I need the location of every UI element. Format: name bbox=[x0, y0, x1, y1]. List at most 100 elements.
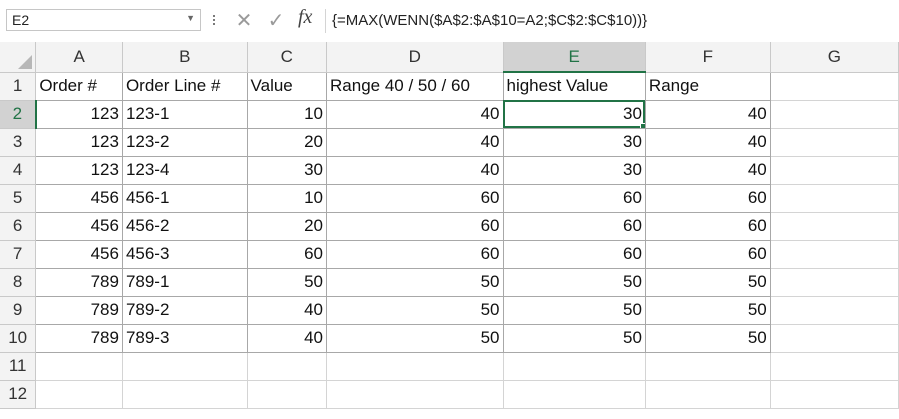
cell-g5[interactable] bbox=[770, 184, 899, 213]
cell-a12[interactable] bbox=[35, 380, 123, 409]
cell-a9[interactable]: 789 bbox=[35, 296, 123, 325]
cell-g12[interactable] bbox=[770, 380, 899, 409]
row-header[interactable]: 1 bbox=[0, 72, 37, 101]
cell-e12[interactable] bbox=[503, 380, 646, 409]
cell-f12[interactable] bbox=[645, 380, 771, 409]
row-header[interactable]: 10 bbox=[0, 324, 37, 353]
cell-c2[interactable]: 10 bbox=[247, 100, 328, 129]
cell-b3[interactable]: 123-2 bbox=[122, 128, 248, 157]
cell-e3[interactable]: 30 bbox=[503, 128, 646, 157]
cell-c10[interactable]: 40 bbox=[247, 324, 328, 353]
cell-e11[interactable] bbox=[503, 352, 646, 381]
column-header-a[interactable]: A bbox=[35, 42, 123, 73]
cell-b11[interactable] bbox=[122, 352, 248, 381]
cell-f4[interactable]: 40 bbox=[645, 156, 771, 185]
cell-g11[interactable] bbox=[770, 352, 899, 381]
cell-a7[interactable]: 456 bbox=[35, 240, 123, 269]
cell-b4[interactable]: 123-4 bbox=[122, 156, 248, 185]
cell-b9[interactable]: 789-2 bbox=[122, 296, 248, 325]
cell-d12[interactable] bbox=[326, 380, 504, 409]
cell-d3[interactable]: 40 bbox=[326, 128, 504, 157]
cell-c5[interactable]: 10 bbox=[247, 184, 328, 213]
insert-function-icon[interactable]: fx bbox=[298, 6, 312, 29]
row-header[interactable]: 12 bbox=[0, 380, 37, 409]
cell-d7[interactable]: 60 bbox=[326, 240, 504, 269]
cell-e2[interactable]: 30 bbox=[503, 100, 646, 129]
cell-d4[interactable]: 40 bbox=[326, 156, 504, 185]
cell-e1[interactable]: highest Value bbox=[503, 72, 646, 101]
column-header-f[interactable]: F bbox=[645, 42, 771, 73]
cell-e4[interactable]: 30 bbox=[503, 156, 646, 185]
cell-d9[interactable]: 50 bbox=[326, 296, 504, 325]
cell-b6[interactable]: 456-2 bbox=[122, 212, 248, 241]
cell-a5[interactable]: 456 bbox=[35, 184, 123, 213]
cell-c11[interactable] bbox=[247, 352, 328, 381]
column-header-d[interactable]: D bbox=[326, 42, 504, 73]
row-header[interactable]: 11 bbox=[0, 352, 37, 381]
row-header[interactable]: 9 bbox=[0, 296, 37, 325]
column-header-c[interactable]: C bbox=[247, 42, 328, 73]
cell-b10[interactable]: 789-3 bbox=[122, 324, 248, 353]
cell-c7[interactable]: 60 bbox=[247, 240, 328, 269]
row-header[interactable]: 7 bbox=[0, 240, 37, 269]
cell-c3[interactable]: 20 bbox=[247, 128, 328, 157]
cell-b5[interactable]: 456-1 bbox=[122, 184, 248, 213]
cell-g10[interactable] bbox=[770, 324, 899, 353]
cell-g6[interactable] bbox=[770, 212, 899, 241]
cell-f6[interactable]: 60 bbox=[645, 212, 771, 241]
name-box-value[interactable]: E2 bbox=[12, 12, 29, 28]
row-header[interactable]: 5 bbox=[0, 184, 37, 213]
column-header-e[interactable]: E bbox=[503, 42, 646, 73]
cell-c8[interactable]: 50 bbox=[247, 268, 328, 297]
cell-d5[interactable]: 60 bbox=[326, 184, 504, 213]
cell-f1[interactable]: Range bbox=[645, 72, 771, 101]
cell-d11[interactable] bbox=[326, 352, 504, 381]
cell-f2[interactable]: 40 bbox=[645, 100, 771, 129]
cell-c12[interactable] bbox=[247, 380, 328, 409]
cell-g7[interactable] bbox=[770, 240, 899, 269]
cell-f5[interactable]: 60 bbox=[645, 184, 771, 213]
row-header[interactable]: 6 bbox=[0, 212, 37, 241]
column-header-g[interactable]: G bbox=[770, 42, 899, 73]
cell-g3[interactable] bbox=[770, 128, 899, 157]
cell-g9[interactable] bbox=[770, 296, 899, 325]
fill-handle[interactable] bbox=[639, 122, 645, 127]
close-icon[interactable]: ✕ bbox=[230, 8, 258, 32]
cell-c4[interactable]: 30 bbox=[247, 156, 328, 185]
cell-e5[interactable]: 60 bbox=[503, 184, 646, 213]
chevron-down-icon[interactable]: ▼ bbox=[186, 13, 195, 23]
cell-e8[interactable]: 50 bbox=[503, 268, 646, 297]
cell-a6[interactable]: 456 bbox=[35, 212, 123, 241]
cell-d6[interactable]: 60 bbox=[326, 212, 504, 241]
cell-a1[interactable]: Order # bbox=[35, 72, 123, 101]
cell-b8[interactable]: 789-1 bbox=[122, 268, 248, 297]
cell-g4[interactable] bbox=[770, 156, 899, 185]
cell-a2[interactable]: 123 bbox=[35, 100, 123, 129]
cell-d10[interactable]: 50 bbox=[326, 324, 504, 353]
cell-f11[interactable] bbox=[645, 352, 771, 381]
drag-handle-icon[interactable] bbox=[207, 8, 221, 32]
cell-e9[interactable]: 50 bbox=[503, 296, 646, 325]
cell-c6[interactable]: 20 bbox=[247, 212, 328, 241]
cell-a10[interactable]: 789 bbox=[35, 324, 123, 353]
cell-e10[interactable]: 50 bbox=[503, 324, 646, 353]
row-header[interactable]: 2 bbox=[0, 100, 37, 129]
cell-b12[interactable] bbox=[122, 380, 248, 409]
name-box[interactable]: E2 ▼ bbox=[6, 9, 201, 31]
column-header-b[interactable]: B bbox=[122, 42, 248, 73]
cell-c9[interactable]: 40 bbox=[247, 296, 328, 325]
cell-a3[interactable]: 123 bbox=[35, 128, 123, 157]
cell-f3[interactable]: 40 bbox=[645, 128, 771, 157]
cell-e7[interactable]: 60 bbox=[503, 240, 646, 269]
cell-e6[interactable]: 60 bbox=[503, 212, 646, 241]
cell-d1[interactable]: Range 40 / 50 / 60 bbox=[326, 72, 504, 101]
cell-b7[interactable]: 456-3 bbox=[122, 240, 248, 269]
cell-f10[interactable]: 50 bbox=[645, 324, 771, 353]
cell-a11[interactable] bbox=[35, 352, 123, 381]
row-header[interactable]: 8 bbox=[0, 268, 37, 297]
cell-b2[interactable]: 123-1 bbox=[122, 100, 248, 129]
cell-d8[interactable]: 50 bbox=[326, 268, 504, 297]
cell-f9[interactable]: 50 bbox=[645, 296, 771, 325]
cell-a4[interactable]: 123 bbox=[35, 156, 123, 185]
cell-d2[interactable]: 40 bbox=[326, 100, 504, 129]
